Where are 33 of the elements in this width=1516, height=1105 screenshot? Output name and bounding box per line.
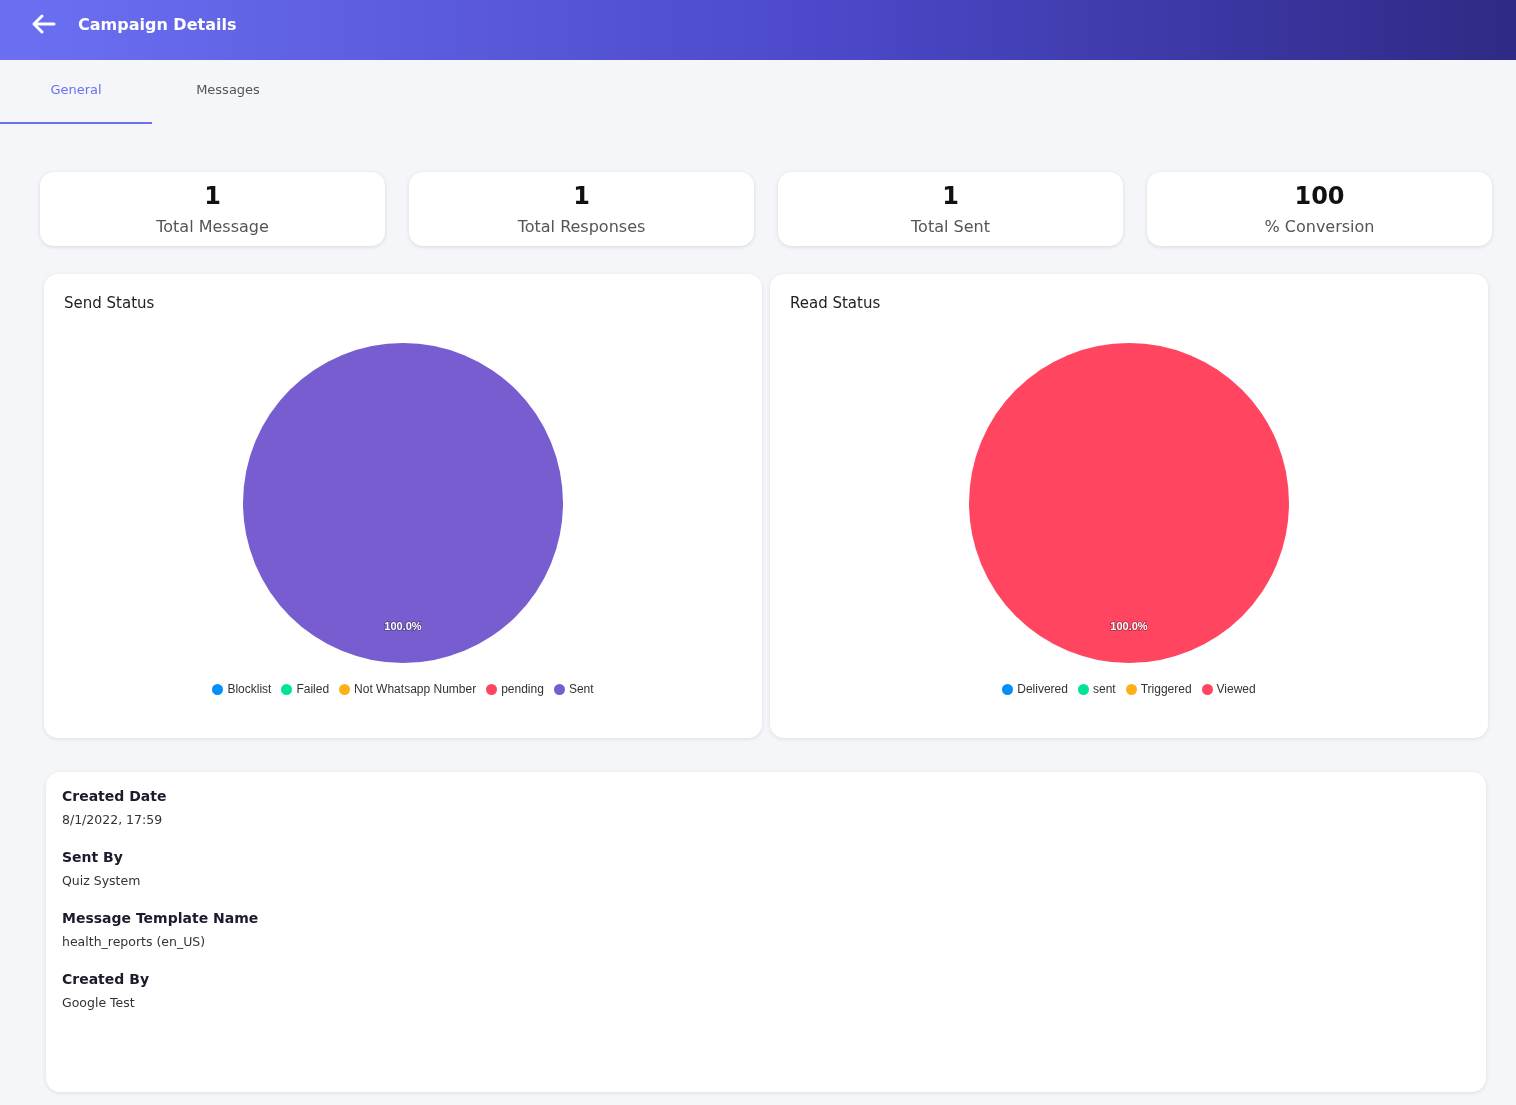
slice-label: 100.0%	[1110, 620, 1148, 633]
legend-label: Not Whatsapp Number	[354, 682, 477, 696]
stat-label: Total Sent	[911, 216, 990, 236]
legend-label: Triggered	[1140, 682, 1192, 696]
field-value: 8/1/2022, 17:59	[62, 812, 163, 827]
legend-label: sent	[1092, 682, 1116, 696]
stat-value: 1	[204, 182, 221, 209]
field-value: Google Test	[62, 995, 135, 1010]
slice-label: 100.0%	[384, 620, 422, 633]
field-value: health_reports (en_US)	[62, 934, 206, 949]
stat-label: Total Responses	[517, 216, 646, 236]
field-value: Quiz System	[62, 873, 141, 888]
tab[interactable]: General	[0, 60, 152, 124]
page-title: Campaign Details	[78, 14, 237, 34]
legend-label: pending	[501, 682, 544, 696]
field-label: Sent By	[62, 849, 123, 865]
field-label: Message Template Name	[62, 910, 259, 926]
legend-label: Delivered	[1017, 682, 1068, 696]
stat-label: % Conversion	[1264, 216, 1375, 236]
legend-label: Viewed	[1216, 682, 1256, 696]
legend-label: Failed	[296, 682, 330, 696]
back-arrow-icon[interactable]	[30, 13, 56, 35]
chart-title: Send Status	[64, 294, 155, 312]
legend-label: Sent	[568, 682, 594, 696]
chart-title: Read Status	[790, 294, 881, 312]
stat-label: Total Message	[156, 216, 269, 236]
stat-value: 1	[942, 182, 959, 209]
field-label: Created By	[62, 971, 149, 987]
stat-value: 100	[1294, 182, 1345, 209]
legend-label: Blocklist	[227, 682, 272, 696]
stat-value: 1	[573, 182, 590, 209]
tab[interactable]: Messages	[152, 60, 304, 124]
field-label: Created Date	[62, 788, 167, 804]
